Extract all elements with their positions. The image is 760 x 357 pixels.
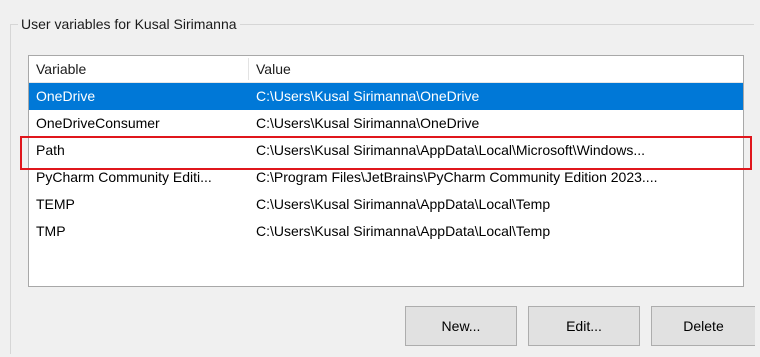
table-row-pycharm[interactable]: PyCharm Community Editi... C:\Program Fi… [29,164,743,191]
column-header-variable[interactable]: Variable [36,56,86,82]
delete-variable-button[interactable]: Delete [651,306,755,346]
user-variables-list[interactable]: Variable Value OneDrive C:\Users\Kusal S… [28,55,744,287]
column-header-value[interactable]: Value [256,56,291,82]
row-value: C:\Users\Kusal Sirimanna\OneDrive [256,115,480,131]
row-variable: TMP [36,223,66,239]
row-value: C:\Users\Kusal Sirimanna\AppData\Local\T… [256,196,551,212]
table-row-path[interactable]: Path C:\Users\Kusal Sirimanna\AppData\Lo… [29,137,743,164]
row-variable: OneDriveConsumer [36,115,160,131]
row-value: C:\Users\Kusal Sirimanna\AppData\Local\M… [256,142,646,158]
row-variable: Path [36,142,65,158]
list-rows: OneDrive C:\Users\Kusal Sirimanna\OneDri… [29,83,743,245]
environment-variables-panel: User variables for Kusal Sirimanna Varia… [0,0,760,357]
table-row-onedrive[interactable]: OneDrive C:\Users\Kusal Sirimanna\OneDri… [29,83,743,110]
column-divider[interactable] [248,58,249,80]
table-row-tmp[interactable]: TMP C:\Users\Kusal Sirimanna\AppData\Loc… [29,218,743,245]
row-value: C:\Users\Kusal Sirimanna\AppData\Local\T… [256,223,551,239]
list-header: Variable Value [29,56,743,83]
edit-variable-button[interactable]: Edit... [528,306,640,346]
row-variable: TEMP [36,196,75,212]
table-row-temp[interactable]: TEMP C:\Users\Kusal Sirimanna\AppData\Lo… [29,191,743,218]
row-variable: PyCharm Community Editi... [36,169,212,185]
group-title: User variables for Kusal Sirimanna [18,15,240,33]
table-row-onedriveconsumer[interactable]: OneDriveConsumer C:\Users\Kusal Sirimann… [29,110,743,137]
row-value: C:\Users\Kusal Sirimanna\OneDrive [256,88,480,104]
new-variable-button[interactable]: New... [405,306,517,346]
row-variable: OneDrive [36,88,96,104]
row-value: C:\Program Files\JetBrains\PyCharm Commu… [256,169,658,185]
